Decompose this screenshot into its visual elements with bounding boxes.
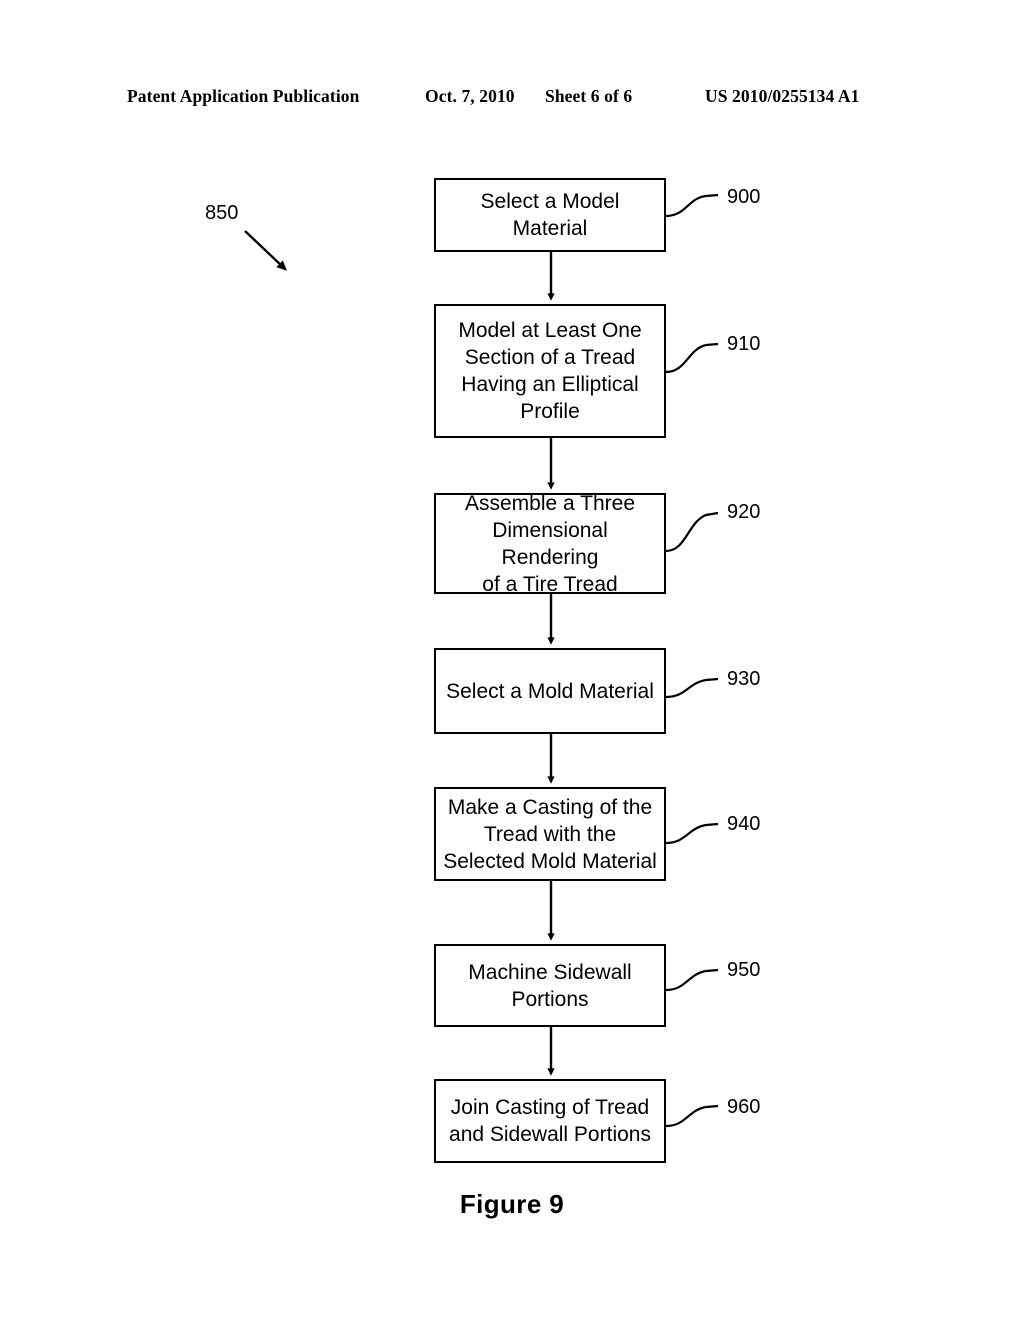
reference-numeral-910: 910 [727,333,761,355]
reference-numeral-930: 930 [727,668,761,690]
flowchart-step-label: Make a Casting of the Tread with the Sel… [443,795,657,873]
flowchart-step-940: Make a Casting of the Tread with the Sel… [434,787,666,881]
flowchart-step-label: Join Casting of Tread and Sidewall Porti… [449,1096,651,1146]
flowchart-step-950: Machine Sidewall Portions [434,944,666,1027]
flowchart-step-930: Select a Mold Material [434,648,666,734]
reference-numeral-960: 960 [727,1096,761,1118]
flowchart-step-920: Assemble a Three Dimensional Rendering o… [434,492,666,596]
flowchart-step-label: Select a Mold Material [446,679,654,703]
flowchart-step-910: Model at Least One Section of a Tread Ha… [434,304,666,438]
reference-numeral-900: 900 [727,186,761,208]
flowchart-step-label: Select a Model Material [480,190,620,240]
reference-leader-lines [665,193,719,1128]
figure-caption: Figure 9 [459,1189,565,1219]
assembly-reference-numeral: 850 [205,202,239,224]
reference-numeral-920: 920 [727,501,761,523]
flowchart-step-label: Assemble a Three Dimensional Rendering o… [464,491,636,596]
reference-numeral-940: 940 [727,813,761,835]
flowchart-step-900: Select a Model Material [434,178,666,252]
reference-numeral-950: 950 [727,959,761,981]
flowchart-step-label: Model at Least One Section of a Tread Ha… [458,319,642,423]
assembly-pointer-arrow [244,230,287,271]
flowchart-step-960: Join Casting of Tread and Sidewall Porti… [434,1079,666,1163]
flowchart-step-label: Machine Sidewall Portions [468,960,632,1011]
figure-9-drawing: 850 Select a Model Material 900 Model at… [0,0,1024,1320]
